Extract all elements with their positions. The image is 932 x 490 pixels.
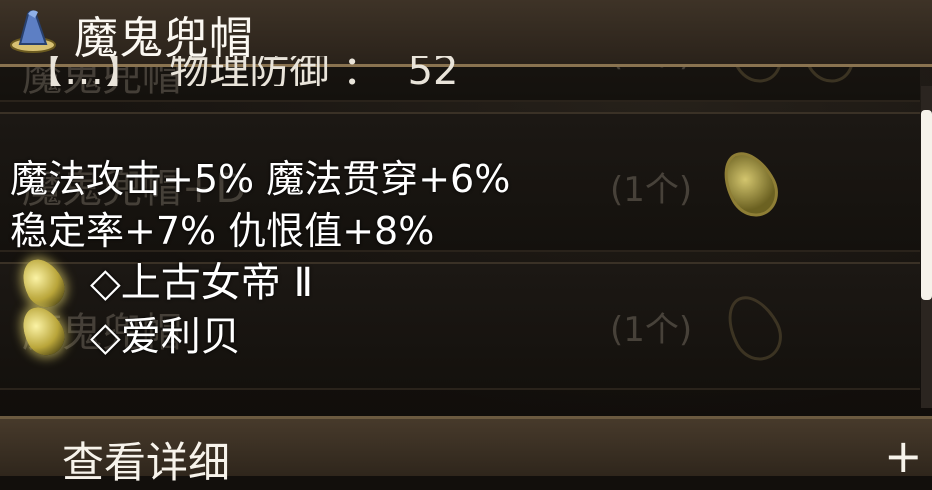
stat-line-2: 稳定率+7% 仇恨值+8% [10,209,435,253]
gem-socket-1: ◇上古女帝 Ⅱ [90,260,314,306]
yellow-gem-icon [14,300,72,362]
stat-line-1: 魔法攻击+5% 魔法贯穿+6% [10,157,511,201]
view-details-bar[interactable]: 查看详细 + [0,416,932,487]
wizard-hat-icon [10,10,56,53]
gem-socket-2: ◇爱利贝 [90,314,241,360]
yellow-gem-icon [14,252,72,314]
partial-stat-line: 【…】 物理防御 ： 52 [24,56,459,86]
expand-plus-icon[interactable]: + [884,433,923,479]
view-details-label: 查看详细 [62,438,231,487]
scrollbar-thumb[interactable] [921,110,932,300]
tooltip-body: 魔法攻击+5% 魔法贯穿+6% 稳定率+7% 仇恨值+8% ◇上古女帝 Ⅱ ◇爱… [0,96,932,396]
